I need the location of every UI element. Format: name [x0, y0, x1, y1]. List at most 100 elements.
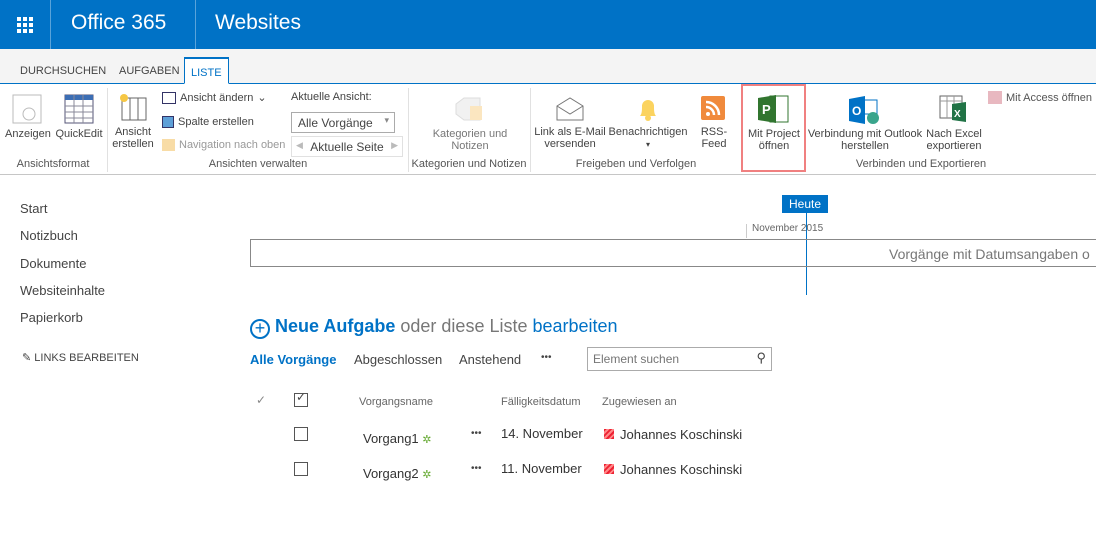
task-link[interactable]: Vorgang2 ✲	[363, 466, 432, 481]
row-checkbox[interactable]	[294, 427, 308, 441]
svg-text:X: X	[954, 109, 961, 120]
nav-start[interactable]: Start	[20, 201, 47, 216]
label: Spalte erstellen	[178, 116, 254, 128]
checkmark-icon: ✓	[256, 393, 267, 407]
person-name: Johannes Koschinski	[620, 462, 743, 477]
label: Benachrichtigen	[608, 126, 688, 138]
assigned-person[interactable]: Johannes Koschinski	[604, 462, 742, 477]
quickedit-button[interactable]: QuickEdit	[55, 94, 103, 140]
group-label: Ansichtsformat	[16, 158, 90, 170]
rss-feed-button[interactable]: RSS-Feed	[690, 96, 738, 150]
task-name: Vorgang2	[363, 466, 419, 481]
check-icon: ✓	[296, 390, 307, 404]
presence-icon	[604, 429, 614, 439]
navigation-nach-oben-button[interactable]: Navigation nach oben	[162, 139, 285, 151]
site-title[interactable]: Websites	[215, 11, 301, 35]
label: Ansicht erstellen	[112, 126, 154, 150]
prev-page-icon[interactable]: ◀	[296, 140, 303, 151]
select-all-checkbox[interactable]: ✓	[294, 390, 308, 407]
timeline-bar[interactable]: Vorgänge mit Datumsangaben o	[250, 239, 1096, 267]
spalte-erstellen-button[interactable]: Spalte erstellen	[162, 116, 254, 128]
search-icon[interactable]: ⚲	[756, 350, 766, 366]
search-input[interactable]	[593, 349, 748, 369]
item-menu-button[interactable]: •••	[471, 463, 482, 474]
today-marker: Heute	[782, 195, 829, 213]
mit-access-oeffnen-button[interactable]: Mit Access öffnen	[988, 91, 1092, 104]
anzeigen-button[interactable]: Anzeigen	[5, 94, 51, 140]
svg-text:P: P	[762, 102, 771, 117]
divider	[195, 0, 196, 49]
create-column-icon	[162, 116, 174, 128]
ansicht-aendern-button[interactable]: Ansicht ändern ⌄	[162, 91, 267, 104]
current-page-pager[interactable]: ◀ Aktuelle Seite ▶	[291, 136, 403, 157]
nav-papierkorb[interactable]: Papierkorb	[20, 310, 83, 325]
column-header-name[interactable]: Vorgangsname	[359, 396, 433, 408]
group-label: Freigeben und Verfolgen	[575, 158, 697, 170]
excel-icon: X	[939, 95, 966, 122]
create-view-icon	[120, 94, 147, 121]
nav-notizbuch[interactable]: Notizbuch	[20, 228, 78, 243]
new-item-icon: ✲	[422, 434, 432, 446]
view-abgeschlossen[interactable]: Abgeschlossen	[354, 352, 442, 367]
outlook-icon: O	[849, 96, 879, 124]
label: Anzeigen	[5, 128, 51, 140]
label: RSS-Feed	[700, 126, 728, 150]
presence-icon	[604, 464, 614, 474]
due-date: 14. November	[501, 426, 583, 441]
label: LINKS BEARBEITEN	[34, 352, 139, 364]
label: Verbindung mit Outlook herstellen	[807, 128, 923, 152]
list-actions: + Neue Aufgabe oder diese Liste bearbeit…	[250, 316, 618, 339]
top-bar: Office 365 Websites	[0, 0, 1096, 49]
app-launcher-button[interactable]	[0, 0, 50, 49]
due-date: 11. November	[501, 461, 582, 476]
access-icon	[988, 91, 1002, 104]
search-box[interactable]: ⚲	[587, 347, 772, 371]
row-checkbox[interactable]	[294, 462, 308, 476]
label: Mit Access öffnen	[1006, 91, 1093, 104]
plus-circle-icon[interactable]: +	[250, 319, 270, 339]
tab-liste[interactable]: LISTE	[184, 57, 229, 84]
item-menu-button[interactable]: •••	[471, 428, 482, 439]
kategorien-button[interactable]: Kategorien und Notizen	[425, 96, 515, 152]
tag-icon	[455, 97, 482, 121]
divider	[50, 0, 51, 49]
edit-links-button[interactable]: ✎ LINKS BEARBEITEN	[22, 351, 139, 364]
nav-dokumente[interactable]: Dokumente	[20, 256, 86, 271]
group-label: Ansichten verwalten	[208, 158, 308, 170]
nav-websiteinhalte[interactable]: Websiteinhalte	[20, 283, 105, 298]
timeline-placeholder: Vorgänge mit Datumsangaben o	[889, 246, 1090, 262]
folder-up-icon	[162, 139, 175, 151]
outlook-verbindung-button[interactable]: O Verbindung mit Outlook herstellen	[806, 96, 924, 152]
project-icon: P	[758, 95, 789, 123]
group-label: Kategorien und Notizen	[411, 158, 527, 170]
new-task-link[interactable]: Neue Aufgabe	[275, 316, 395, 336]
column-header-assigned[interactable]: Zugewiesen an	[602, 396, 677, 408]
email-link-button[interactable]: Link als E-Mail versenden	[534, 96, 606, 150]
more-views-button[interactable]: •••	[541, 352, 552, 363]
next-page-icon[interactable]: ▶	[391, 140, 398, 151]
label: Mit Project öffnen	[748, 128, 800, 152]
view-anstehend[interactable]: Anstehend	[459, 352, 521, 367]
office365-link[interactable]: Office 365	[71, 11, 166, 35]
group-label: Verbinden und Exportieren	[855, 158, 987, 170]
label: Link als E-Mail versenden	[534, 126, 606, 150]
tab-durchsuchen[interactable]: DURCHSUCHEN	[14, 57, 112, 84]
svg-text:O: O	[852, 104, 861, 118]
person-name: Johannes Koschinski	[620, 427, 743, 442]
modify-view-icon	[162, 91, 176, 104]
assigned-person[interactable]: Johannes Koschinski	[604, 427, 742, 442]
label: Kategorien und Notizen	[432, 128, 508, 152]
edit-list-link[interactable]: bearbeiten	[533, 316, 618, 336]
task-link[interactable]: Vorgang1 ✲	[363, 431, 432, 446]
tab-aufgaben[interactable]: AUFGABEN	[113, 57, 186, 84]
benachrichtigen-button[interactable]: Benachrichtigen ▾	[608, 96, 688, 151]
month-label: November 2015	[752, 223, 824, 234]
label: QuickEdit	[55, 128, 103, 140]
view-alle-vorgaenge[interactable]: Alle Vorgänge	[250, 352, 336, 367]
current-view-select[interactable]: Alle Vorgänge ▾	[291, 112, 395, 133]
chevron-down-icon: ▾	[645, 140, 650, 149]
excel-export-button[interactable]: X Nach Excel exportieren	[924, 94, 984, 152]
mit-project-oeffnen-button[interactable]: P Mit Project öffnen	[744, 94, 804, 152]
ansicht-erstellen-button[interactable]: Ansicht erstellen	[110, 92, 156, 150]
column-header-date[interactable]: Fälligkeitsdatum	[501, 396, 580, 408]
